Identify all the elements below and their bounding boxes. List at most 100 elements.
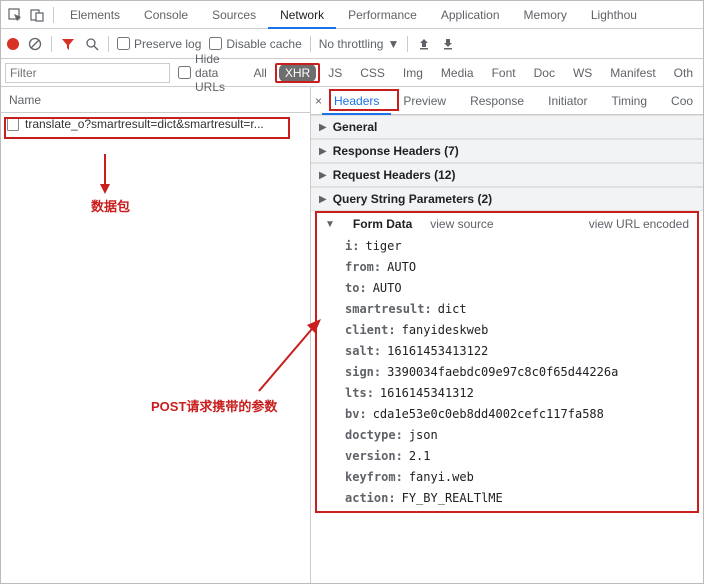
form-data-key: doctype <box>345 428 403 442</box>
form-data-value: dict <box>438 302 467 316</box>
chevron-right-icon: ▶ <box>319 194 327 205</box>
record-icon[interactable] <box>7 38 19 50</box>
form-data-row: sign3390034faebdc09e97c8c0f65d44226a <box>345 365 689 379</box>
panel-tab-sources[interactable]: Sources <box>200 1 268 29</box>
form-data-row: keyfrom fanyi.web <box>345 470 689 484</box>
separator <box>53 7 54 23</box>
form-data-row: version2.1 <box>345 449 689 463</box>
device-toggle-icon[interactable] <box>27 5 47 25</box>
request-name: translate_o?smartresult=dict&smartresult… <box>25 117 264 131</box>
form-data-key: bv <box>345 407 367 421</box>
section-label: General <box>333 120 378 134</box>
form-data-value: 16161453413122 <box>387 344 488 358</box>
file-icon <box>7 117 19 131</box>
detail-tab-response[interactable]: Response <box>458 87 536 115</box>
type-filter-manifest[interactable]: Manifest <box>604 64 661 82</box>
form-data-value: 1616145341312 <box>380 386 474 400</box>
detail-tab-timing[interactable]: Timing <box>599 87 659 115</box>
form-data-key: lts <box>345 386 374 400</box>
view-url-encoded-link[interactable]: view URL encoded <box>589 217 689 231</box>
form-data-key: action <box>345 491 396 505</box>
detail-tab-headers[interactable]: Headers <box>322 87 391 115</box>
type-filter-js[interactable]: JS <box>322 64 348 82</box>
type-filter-oth[interactable]: Oth <box>668 64 699 82</box>
form-data-row: toAUTO <box>345 281 689 295</box>
inspect-icon[interactable] <box>5 5 25 25</box>
detail-tab-preview[interactable]: Preview <box>391 87 458 115</box>
section-query-string[interactable]: ▶ Query String Parameters (2) <box>311 187 703 211</box>
section-general[interactable]: ▶ General <box>311 115 703 139</box>
type-filter-font[interactable]: Font <box>486 64 522 82</box>
section-response-headers[interactable]: ▶ Response Headers (7) <box>311 139 703 163</box>
form-data-key: i <box>345 239 359 253</box>
section-request-headers[interactable]: ▶ Request Headers (12) <box>311 163 703 187</box>
preserve-log-checkbox[interactable]: Preserve log <box>117 37 201 51</box>
form-data-row: itiger <box>345 239 689 253</box>
form-data-row: doctypejson <box>345 428 689 442</box>
chevron-right-icon: ▶ <box>319 170 327 181</box>
filter-input[interactable] <box>5 63 170 83</box>
disable-cache-checkbox[interactable]: Disable cache <box>209 37 301 51</box>
download-har-icon[interactable] <box>440 36 456 52</box>
form-data-value: fanyi.web <box>409 470 474 484</box>
disable-cache-label: Disable cache <box>226 37 301 51</box>
section-count: (7) <box>444 144 459 158</box>
form-data-value: cda1e53e0c0eb8dd4002cefc117fa588 <box>373 407 604 421</box>
separator <box>407 36 408 52</box>
request-row[interactable]: translate_o?smartresult=dict&smartresult… <box>1 113 310 135</box>
throttling-dropdown[interactable]: No throttling ▼ <box>319 37 400 51</box>
panel-tab-application[interactable]: Application <box>429 1 512 29</box>
form-data-row: actionFY_BY_REALTlME <box>345 491 689 505</box>
form-data-row: bv cda1e53e0c0eb8dd4002cefc117fa588 <box>345 407 689 421</box>
type-filter-all[interactable]: All <box>248 64 273 82</box>
throttling-label: No throttling <box>319 37 384 51</box>
request-list-pane: Name translate_o?smartresult=dict&smartr… <box>1 87 311 583</box>
form-data-value: fanyideskweb <box>402 323 489 337</box>
clear-icon[interactable] <box>27 36 43 52</box>
panel-tabs: ElementsConsoleSourcesNetworkPerformance… <box>1 1 703 29</box>
chevron-down-icon: ▼ <box>387 37 399 51</box>
panel-tab-elements[interactable]: Elements <box>58 1 132 29</box>
upload-har-icon[interactable] <box>416 36 432 52</box>
view-source-link[interactable]: view source <box>430 217 493 231</box>
search-icon[interactable] <box>84 36 100 52</box>
column-name-header[interactable]: Name <box>1 87 310 113</box>
chevron-right-icon: ▶ <box>319 146 327 157</box>
form-data-row: smartresultdict <box>345 302 689 316</box>
type-filter-doc[interactable]: Doc <box>528 64 561 82</box>
form-data-title: Form Data <box>353 217 412 231</box>
form-data-row: client fanyideskweb <box>345 323 689 337</box>
form-data-value: tiger <box>365 239 401 253</box>
section-label: Request Headers <box>333 168 431 182</box>
type-filter-ws[interactable]: WS <box>567 64 598 82</box>
type-filter-img[interactable]: Img <box>397 64 429 82</box>
form-data-header[interactable]: ▼ Form Data view source view URL encoded <box>317 213 697 235</box>
type-filter-xhr[interactable]: XHR <box>279 64 316 82</box>
separator <box>310 36 311 52</box>
panel-tab-network[interactable]: Network <box>268 1 336 29</box>
detail-tab-coo[interactable]: Coo <box>659 87 703 115</box>
form-data-value: 3390034faebdc09e97c8c0f65d44226a <box>387 365 618 379</box>
panel-tab-memory[interactable]: Memory <box>512 1 579 29</box>
section-count: (2) <box>477 192 492 206</box>
chevron-right-icon: ▶ <box>319 122 327 133</box>
panel-tab-console[interactable]: Console <box>132 1 200 29</box>
close-icon[interactable]: × <box>315 94 322 108</box>
resource-type-filters: All XHR JS CSS Img Media Font Doc WS Manifest Oth <box>248 64 700 82</box>
section-label: Response Headers <box>333 144 441 158</box>
filter-icon[interactable] <box>60 36 76 52</box>
type-filter-media[interactable]: Media <box>435 64 480 82</box>
detail-pane: × HeadersPreviewResponseInitiatorTimingC… <box>311 87 703 583</box>
section-label: Query String Parameters <box>333 192 474 206</box>
form-data-key: keyfrom <box>345 470 403 484</box>
form-data-key: version <box>345 449 403 463</box>
detail-tab-initiator[interactable]: Initiator <box>536 87 599 115</box>
form-data-key: client <box>345 323 396 337</box>
panel-tab-lighthou[interactable]: Lighthou <box>579 1 649 29</box>
form-data-row: lts 1616145341312 <box>345 386 689 400</box>
type-filter-css[interactable]: CSS <box>354 64 391 82</box>
chevron-down-icon: ▼ <box>325 219 335 230</box>
panel-tab-performance[interactable]: Performance <box>336 1 429 29</box>
separator <box>108 36 109 52</box>
separator <box>51 36 52 52</box>
